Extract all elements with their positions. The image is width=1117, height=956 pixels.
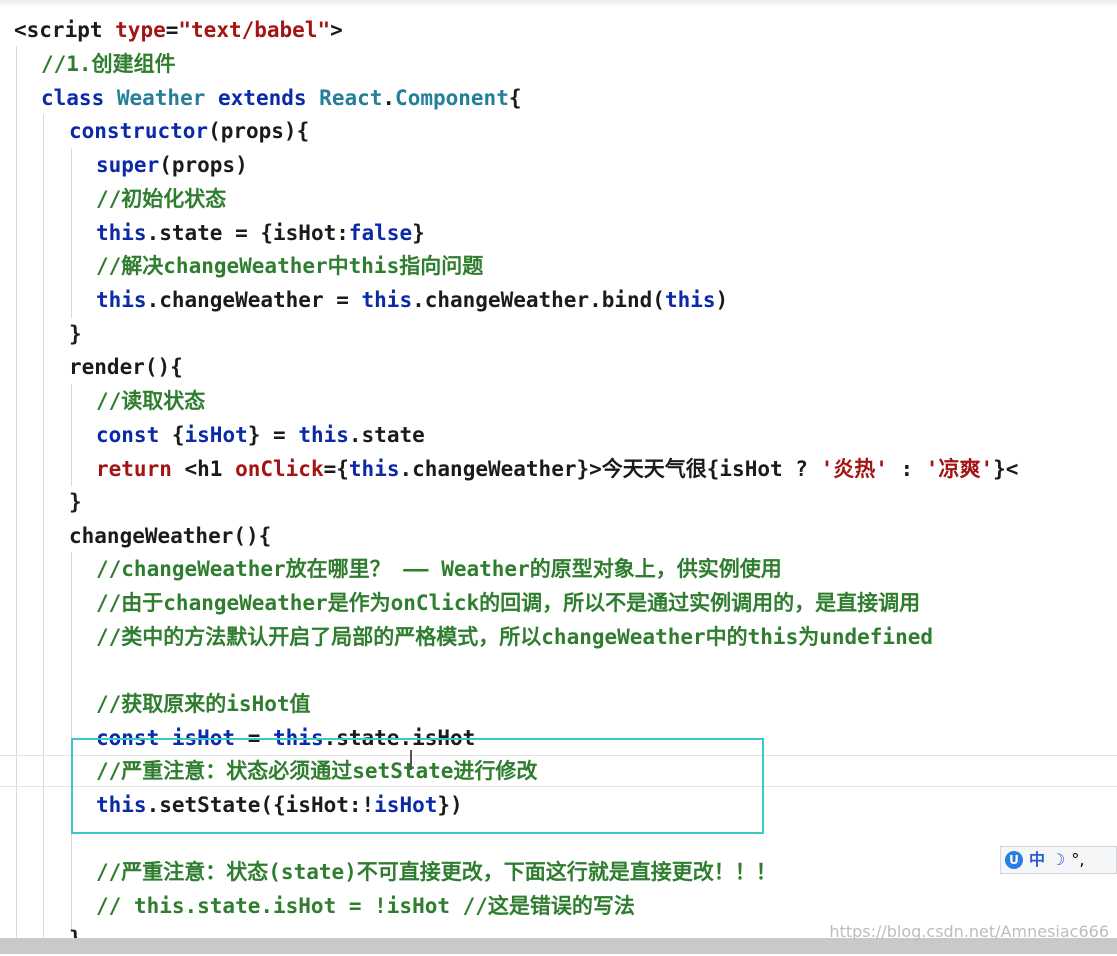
code-line: this.state = {isHot:false} xyxy=(96,221,425,245)
indent-guide xyxy=(16,46,17,938)
code-line: return <h1 onClick={this.changeWeather}>… xyxy=(96,457,1019,481)
code-line: } xyxy=(69,490,82,514)
moon-icon[interactable]: ☽ xyxy=(1051,847,1065,873)
ime-language-label[interactable]: 中 xyxy=(1029,847,1045,873)
code-line: //1.创建组件 xyxy=(41,52,176,76)
code-line: //严重注意：状态(state)不可直接更改，下面这行就是直接更改！！！ xyxy=(96,860,777,884)
code-line: //changeWeather放在哪里？ —— Weather的原型对象上，供实… xyxy=(96,557,782,581)
indent-guide xyxy=(71,148,72,318)
watermark: https://blog.csdn.net/Amnesiac666 xyxy=(829,922,1109,941)
code-line: super(props) xyxy=(96,153,248,177)
code-line: <script type="text/babel"> xyxy=(14,18,343,42)
text-cursor xyxy=(410,750,412,770)
code-line: this.changeWeather = this.changeWeather.… xyxy=(96,288,729,312)
code-line: } xyxy=(69,322,82,346)
highlight-box xyxy=(71,738,764,834)
indent-guide xyxy=(71,384,72,486)
code-line: const {isHot} = this.state xyxy=(96,423,425,447)
ime-toolbar[interactable]: U 中 ☽ °, xyxy=(1000,846,1117,874)
code-line: class Weather extends React.Component{ xyxy=(41,86,522,110)
code-line: //解决changeWeather中this指向问题 xyxy=(96,254,484,278)
code-line: //类中的方法默认开启了局部的严格模式，所以changeWeather中的thi… xyxy=(96,625,934,649)
indent-guide xyxy=(43,114,44,938)
code-line: //由于changeWeather是作为onClick的回调，所以不是通过实例调… xyxy=(96,591,921,615)
code-line: // this.state.isHot = !isHot //这是错误的写法 xyxy=(96,894,635,918)
code-line: //获取原来的isHot值 xyxy=(96,692,311,716)
ime-punct-label[interactable]: °, xyxy=(1071,847,1084,873)
code-line: render(){ xyxy=(69,355,183,379)
code-line: //初始化状态 xyxy=(96,187,227,211)
code-line: //读取状态 xyxy=(96,389,206,413)
code-line: constructor(props){ xyxy=(69,119,310,143)
ime-logo-icon[interactable]: U xyxy=(1005,851,1023,869)
code-line: changeWeather(){ xyxy=(69,524,272,548)
